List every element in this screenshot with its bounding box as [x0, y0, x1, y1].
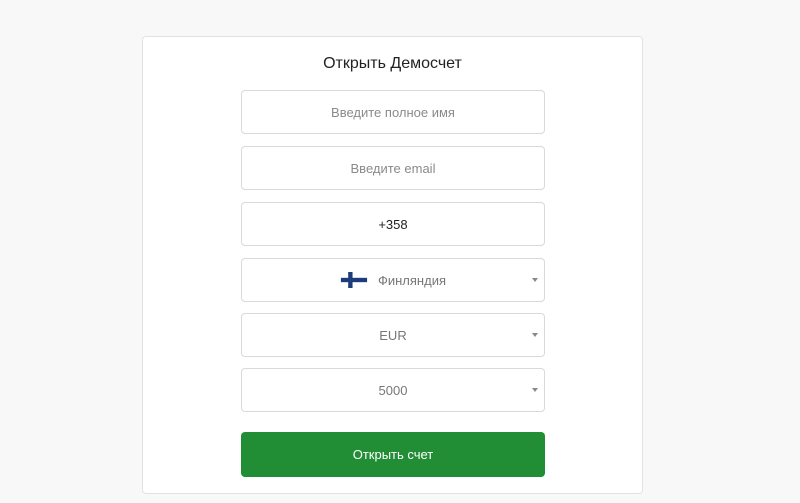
- deposit-select[interactable]: 5000: [241, 368, 545, 412]
- finland-flag-icon: [340, 272, 368, 288]
- demo-account-form: Открыть Демосчет Финляндия EUR 5000 Откр…: [142, 36, 643, 494]
- phone-input[interactable]: [242, 203, 544, 245]
- full-name-input[interactable]: [242, 91, 544, 133]
- email-input[interactable]: [242, 147, 544, 189]
- email-field[interactable]: [241, 146, 545, 190]
- form-title: Открыть Демосчет: [323, 55, 462, 72]
- full-name-field[interactable]: [241, 90, 545, 134]
- chevron-down-icon: [532, 388, 538, 392]
- chevron-down-icon: [532, 333, 538, 337]
- phone-field[interactable]: [241, 202, 545, 246]
- currency-select-value: EUR: [379, 327, 407, 343]
- currency-select[interactable]: EUR: [241, 313, 545, 357]
- country-select[interactable]: Финляндия: [241, 258, 545, 302]
- open-account-button[interactable]: Открыть счет: [241, 432, 545, 477]
- country-select-value: Финляндия: [377, 272, 446, 288]
- chevron-down-icon: [532, 278, 538, 282]
- deposit-select-value: 5000: [378, 382, 408, 398]
